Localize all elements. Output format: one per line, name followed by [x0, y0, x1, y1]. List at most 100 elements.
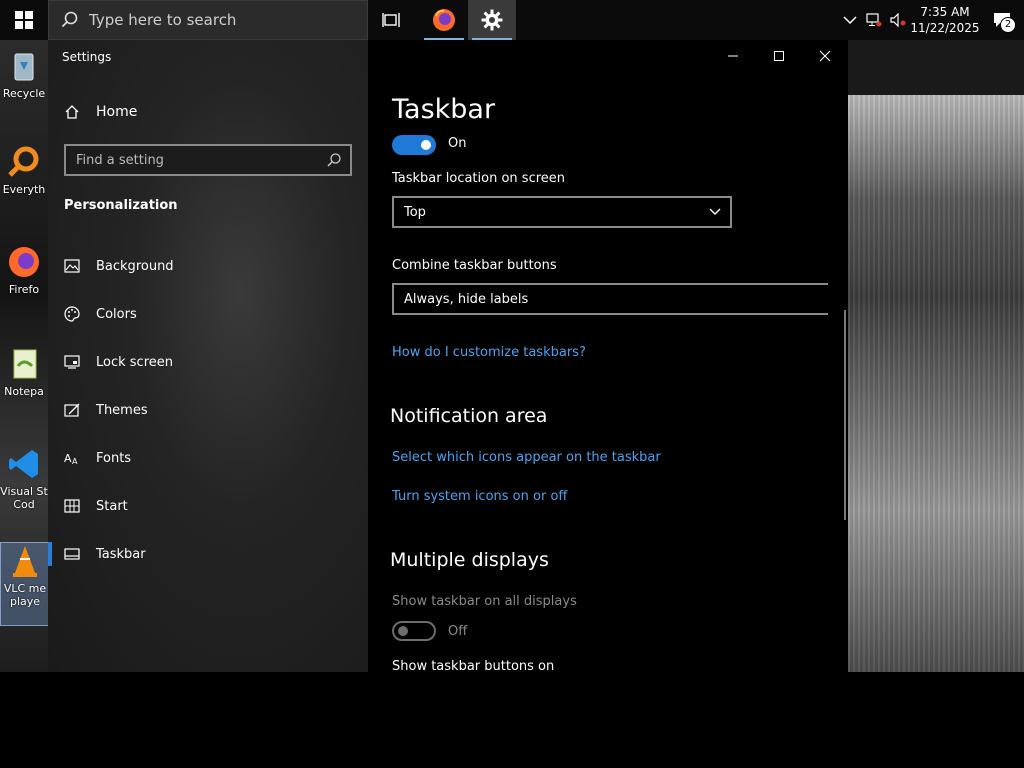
nav-item-background[interactable]: Background	[48, 246, 368, 286]
find-setting-box[interactable]	[64, 144, 352, 176]
show-all-state: Off	[448, 624, 468, 639]
volume-button[interactable]	[886, 13, 910, 27]
palette-icon	[64, 306, 80, 322]
search-icon	[61, 11, 78, 28]
vlc-cone-icon	[13, 546, 37, 577]
select-icons-link[interactable]: Select which icons appear on the taskbar	[392, 450, 661, 465]
desktop-icon-label: Everyth	[2, 183, 46, 196]
nav-item-start[interactable]: Start	[48, 486, 368, 526]
network-icon	[866, 13, 882, 27]
combine-label: Combine taskbar buttons	[392, 258, 557, 273]
notification-badge: 2	[1000, 17, 1016, 33]
taskbar-search-box[interactable]: Type here to search	[48, 0, 368, 40]
taskbar: Type here to search 7:35 AM 11/22/2025 2	[0, 0, 1024, 40]
notepad-plus-icon	[13, 349, 37, 379]
desktop-icon-label: playe	[9, 595, 41, 608]
scrollbar[interactable]	[844, 310, 846, 520]
clock[interactable]: 7:35 AM 11/22/2025	[910, 4, 980, 36]
taskbar-settings-button[interactable]	[468, 0, 516, 40]
find-setting-input[interactable]	[66, 151, 326, 169]
selected-indicator	[48, 542, 52, 566]
firefox-shortcut[interactable]: Firefo	[0, 244, 48, 296]
notification-heading: Notification area	[390, 405, 548, 427]
clock-date: 11/22/2025	[910, 21, 980, 35]
home-link[interactable]: Home	[64, 104, 137, 120]
desktop-icon-label: Notepa	[4, 385, 44, 398]
minimize-icon	[728, 55, 738, 57]
chevron-down-icon	[709, 208, 721, 215]
settings-content: Taskbar On Taskbar location on screen To…	[368, 40, 848, 672]
desktop-icon-label: Recycle	[2, 87, 46, 100]
nav-item-label: Lock screen	[96, 354, 173, 370]
vscode-icon	[9, 450, 38, 478]
minimize-button[interactable]	[710, 40, 756, 72]
close-button[interactable]	[802, 40, 848, 72]
search-placeholder: Type here to search	[89, 11, 237, 29]
svg-text:A: A	[64, 452, 72, 465]
network-button[interactable]	[862, 13, 886, 27]
page-title: Taskbar	[392, 94, 496, 125]
desktop-icon-label: Firefo	[8, 283, 40, 296]
vlc-shortcut[interactable]: VLC me playe	[0, 542, 50, 626]
volume-muted-icon	[890, 13, 906, 27]
home-label: Home	[96, 104, 138, 120]
svg-text:A: A	[72, 457, 78, 465]
toggle-knob	[421, 140, 431, 150]
nav-item-themes[interactable]: Themes	[48, 390, 368, 430]
combine-dropdown[interactable]: Always, hide labels	[392, 283, 828, 315]
taskbar-icon	[64, 546, 80, 562]
picture-icon	[64, 258, 80, 274]
gear-icon	[481, 9, 503, 31]
taskbar-toggle[interactable]	[392, 135, 436, 155]
task-view-icon	[382, 13, 400, 27]
nav-item-taskbar[interactable]: Taskbar	[48, 534, 368, 574]
everything-shortcut[interactable]: Everyth	[0, 144, 48, 196]
maximize-button[interactable]	[756, 40, 802, 72]
system-icons-link[interactable]: Turn system icons on or off	[392, 489, 567, 504]
desktop-icon-label: VLC me	[3, 582, 47, 595]
start-button[interactable]	[0, 0, 48, 40]
show-all-toggle[interactable]	[392, 621, 436, 641]
recycle-bin-icon	[14, 53, 34, 81]
nav-item-colors[interactable]: Colors	[48, 294, 368, 334]
desktop-icon-label: Cod	[13, 498, 35, 511]
nav-item-label: Background	[96, 258, 174, 274]
close-icon	[819, 50, 831, 62]
everything-search-icon	[8, 146, 39, 177]
combine-value: Always, hide labels	[404, 291, 529, 307]
multiple-displays-heading: Multiple displays	[390, 549, 549, 571]
action-center-button[interactable]: 2	[980, 0, 1024, 40]
clock-time: 7:35 AM	[920, 5, 970, 19]
home-icon	[65, 105, 79, 119]
show-buttons-label: Show taskbar buttons on	[392, 659, 555, 672]
nav-item-lock-screen[interactable]: Lock screen	[48, 342, 368, 382]
window-title: Settings	[62, 50, 112, 64]
screen-bottom	[0, 672, 1024, 768]
nav-item-label: Colors	[96, 306, 137, 322]
notepad-shortcut[interactable]: Notepa	[0, 346, 48, 398]
fonts-icon: AA	[64, 450, 80, 466]
customize-link[interactable]: How do I customize taskbars?	[392, 345, 586, 360]
recycle-bin-shortcut[interactable]: Recycle	[0, 48, 48, 100]
desktop-icon-column: Recycle Everyth Firefo Notepa Visual St …	[0, 40, 50, 672]
toggle-state-label: On	[448, 136, 467, 151]
task-view-button[interactable]	[368, 0, 416, 40]
nav-item-fonts[interactable]: AA Fonts	[48, 438, 368, 478]
maximize-icon	[774, 51, 784, 61]
taskbar-firefox-button[interactable]	[420, 0, 468, 40]
nav-item-label: Themes	[96, 402, 148, 418]
show-hidden-icons-button[interactable]	[838, 15, 862, 25]
nav-item-label: Fonts	[96, 450, 132, 466]
windows-logo-icon	[15, 11, 33, 29]
system-tray: 7:35 AM 11/22/2025 2	[838, 0, 1024, 40]
start-icon	[64, 498, 80, 514]
firefox-icon	[433, 9, 455, 31]
vscode-shortcut[interactable]: Visual St Cod	[0, 446, 48, 511]
nav-item-label: Start	[96, 498, 128, 514]
location-dropdown[interactable]: Top	[392, 196, 732, 228]
desktop-icon-label: Visual St	[0, 485, 48, 498]
nav-item-label: Taskbar	[96, 546, 146, 562]
location-label: Taskbar location on screen	[392, 171, 566, 186]
toggle-knob	[398, 626, 408, 636]
location-value: Top	[404, 204, 426, 220]
